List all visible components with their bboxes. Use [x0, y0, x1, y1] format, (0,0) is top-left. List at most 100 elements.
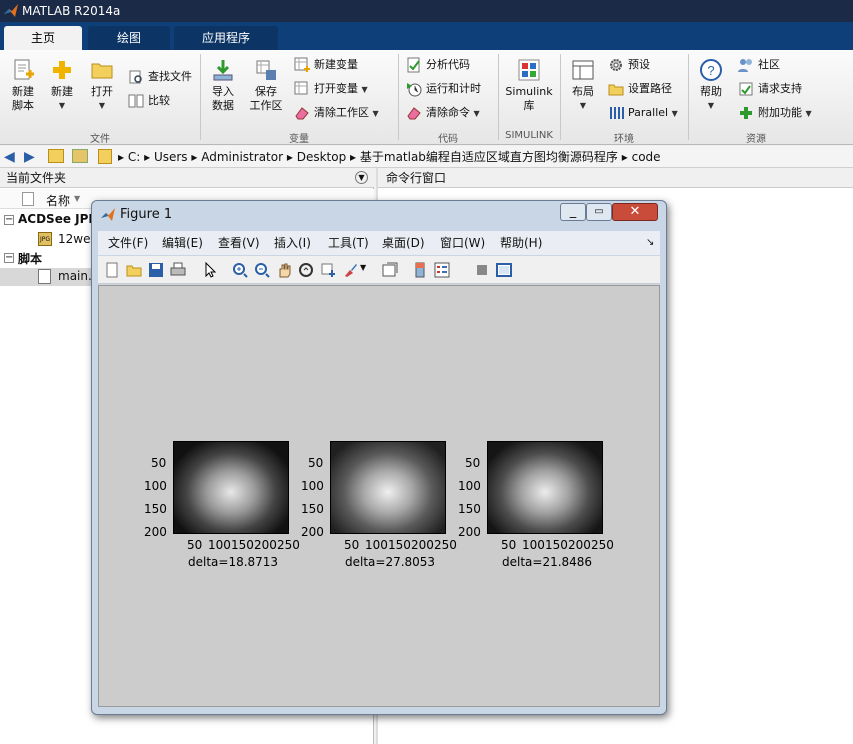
menu-insert[interactable]: 插入(I) [274, 231, 311, 255]
minimize-button[interactable]: _ [560, 203, 586, 221]
analyze-code-icon [407, 57, 420, 73]
environment-group-label: 环境 [614, 134, 634, 145]
hide-tools-icon[interactable] [474, 262, 490, 278]
clear-commands-dropdown-icon: ▼ [473, 109, 480, 118]
set-path-button[interactable]: 设置路径 [608, 80, 672, 98]
data-cursor-icon[interactable] [320, 262, 336, 278]
menu-view[interactable]: 查看(V) [218, 231, 260, 255]
open-file-icon[interactable] [126, 262, 142, 278]
tab-apps[interactable]: 应用程序 [174, 26, 278, 50]
addons-button[interactable]: 附加功能 ▼ [738, 104, 812, 122]
close-button[interactable]: ✕ [612, 203, 658, 221]
simulink-library-button[interactable]: Simulink 库 [502, 58, 556, 113]
save-workspace-button[interactable]: 保存 工作区 [246, 58, 286, 113]
preferences-button[interactable]: 预设 [608, 56, 650, 74]
print-icon[interactable] [170, 262, 186, 278]
breadcrumb-item[interactable]: code [632, 150, 661, 164]
open-variable-dropdown-icon: ▼ [361, 85, 368, 94]
find-files-icon [129, 70, 142, 84]
tab-plots[interactable]: 绘图 [88, 26, 170, 50]
figure-window: Figure 1 _ ▭ ✕ 文件(F) 编辑(E) 查看(V) 插入(I) 工… [91, 200, 667, 715]
figure-canvas[interactable]: 50 100 150 200 50 100 150 200 250 delta=… [98, 285, 660, 707]
set-path-label: 设置路径 [628, 82, 672, 95]
breadcrumb-item[interactable]: 基于matlab编程自适应区域直方图均衡源码程序 [360, 150, 618, 164]
parallel-icon [610, 107, 624, 119]
open-button[interactable]: 打开 ▼ [86, 58, 118, 113]
zoom-out-icon[interactable] [254, 262, 270, 278]
analyze-code-button[interactable]: 分析代码 [406, 56, 470, 74]
menu-file[interactable]: 文件(F) [108, 231, 148, 255]
breadcrumb-item[interactable]: Desktop [297, 150, 347, 164]
find-files-button[interactable]: 查找文件 [128, 68, 192, 86]
matlab-logo-icon [4, 4, 18, 17]
new-variable-button[interactable]: 新建变量 [294, 56, 358, 74]
zoom-in-icon[interactable] [232, 262, 248, 278]
legend-icon[interactable] [434, 262, 450, 278]
save-icon[interactable] [148, 262, 164, 278]
menu-desktop[interactable]: 桌面(D) [382, 231, 425, 255]
x-tick-label: 150 [388, 538, 411, 552]
menu-help[interactable]: 帮助(H) [500, 231, 542, 255]
name-column-header[interactable]: 名称 [46, 192, 70, 209]
simulink-icon [518, 59, 540, 81]
x-tick-label: 150 [231, 538, 254, 552]
close-icon: ✕ [629, 204, 641, 219]
brush-icon[interactable] [342, 262, 358, 278]
menu-edit[interactable]: 编辑(E) [162, 231, 203, 255]
x-tick-label: 100 [522, 538, 545, 552]
ultrasound-image [487, 441, 603, 534]
request-support-button[interactable]: 请求支持 [738, 80, 802, 98]
new-variable-icon [294, 57, 310, 72]
community-button[interactable]: 社区 [738, 56, 780, 74]
y-tick-label: 50 [151, 456, 167, 470]
show-tools-icon[interactable] [496, 262, 512, 278]
forward-arrow-icon[interactable]: ▶ [24, 146, 35, 168]
clear-workspace-button[interactable]: 清除工作区 ▼ [294, 104, 379, 122]
brush-dropdown-icon[interactable]: ▼ [360, 263, 366, 272]
panel-menu-icon[interactable]: ▼ [355, 171, 368, 184]
layout-button[interactable]: 布局 ▼ [566, 58, 600, 113]
compare-button[interactable]: 比较 [128, 92, 170, 110]
pointer-icon[interactable] [202, 262, 218, 278]
minimize-icon: _ [569, 204, 577, 219]
dock-arrow-icon[interactable]: ↘ [646, 231, 654, 255]
addons-icon [740, 107, 752, 119]
clear-workspace-dropdown-icon: ▼ [372, 109, 379, 118]
pan-hand-icon[interactable] [276, 262, 292, 278]
new-figure-icon[interactable] [104, 262, 120, 278]
new-script-label-2: 脚本 [12, 99, 34, 112]
maximize-button[interactable]: ▭ [586, 203, 612, 221]
y-tick-label: 100 [301, 479, 324, 493]
new-dropdown-icon: ▼ [58, 101, 66, 110]
run-time-icon [407, 83, 422, 97]
code-group-label: 代码 [438, 134, 458, 145]
run-and-time-button[interactable]: 运行和计时 [406, 80, 481, 98]
parallel-button[interactable]: Parallel ▼ [608, 104, 678, 122]
clear-commands-button[interactable]: 清除命令 ▼ [406, 104, 480, 122]
colorbar-icon[interactable] [412, 262, 428, 278]
new-script-button[interactable]: 新建 脚本 [6, 58, 40, 113]
collapse-icon[interactable]: − [4, 215, 14, 225]
app-title: MATLAB R2014a [22, 4, 121, 18]
link-plot-icon[interactable] [382, 262, 398, 278]
new-button[interactable]: 新建 ▼ [46, 58, 78, 113]
ribbon-tabs: 主页 绘图 应用程序 [0, 22, 853, 50]
rotate-3d-icon[interactable] [298, 262, 314, 278]
new-label: 新建 [51, 85, 73, 98]
breadcrumb-separator: ▸ [621, 150, 632, 164]
menu-tools[interactable]: 工具(T) [328, 231, 369, 255]
help-button[interactable]: ? 帮助 ▼ [694, 58, 728, 113]
browse-folder-icon[interactable] [72, 149, 88, 163]
tab-home[interactable]: 主页 [4, 26, 82, 50]
collapse-icon[interactable]: − [4, 253, 14, 263]
breadcrumb-item[interactable]: C: [128, 150, 140, 164]
breadcrumb-item[interactable]: Administrator [201, 150, 283, 164]
import-data-button[interactable]: 导入 数据 [206, 58, 240, 113]
breadcrumb-item[interactable]: Users [154, 150, 188, 164]
panel-header: 命令行窗口 [378, 168, 853, 188]
menu-window[interactable]: 窗口(W) [440, 231, 485, 255]
addons-label: 附加功能 [758, 106, 802, 119]
back-arrow-icon[interactable]: ◀ [4, 146, 15, 168]
open-variable-button[interactable]: 打开变量 ▼ [294, 80, 368, 98]
up-folder-icon[interactable] [48, 149, 64, 163]
